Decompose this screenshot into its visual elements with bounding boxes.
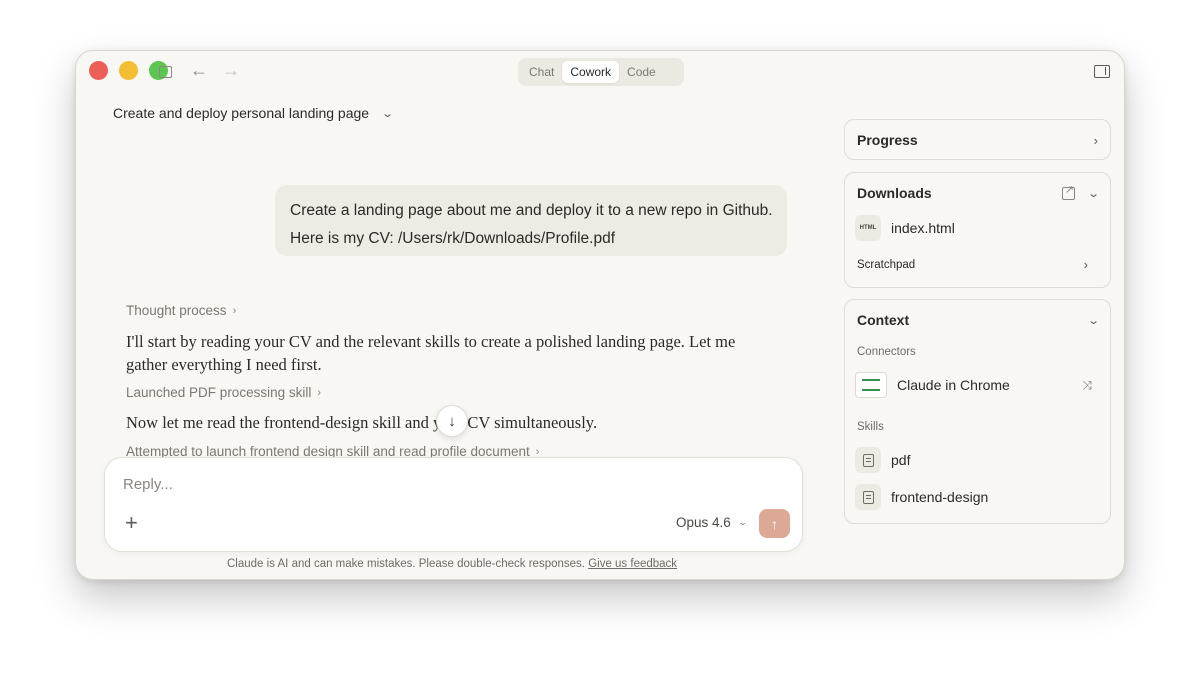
arrow-up-icon: ↑ xyxy=(771,515,778,532)
disclaimer-text: Claude is AI and can make mistakes. Plea… xyxy=(227,558,585,570)
sidebar-icon[interactable] xyxy=(159,66,172,78)
document-icon xyxy=(855,447,881,473)
skills-label: Skills xyxy=(857,421,884,433)
progress-card[interactable]: Progress › xyxy=(844,119,1111,160)
model-selector[interactable]: Opus 4.6 ⌄ xyxy=(676,515,748,530)
skill-item[interactable]: frontend-design xyxy=(855,484,1098,510)
forward-arrow-icon[interactable]: → xyxy=(222,60,240,81)
external-link-icon[interactable] xyxy=(1061,183,1075,200)
disclaimer: Claude is AI and can make mistakes. Plea… xyxy=(227,558,677,570)
user-message-line: Here is my CV: /Users/rk/Downloads/Profi… xyxy=(290,230,616,247)
assistant-message: Now let me read the frontend-design skil… xyxy=(126,411,597,434)
panel-toggle-icon[interactable] xyxy=(1094,65,1110,78)
tab-code[interactable]: Code xyxy=(619,61,664,83)
skill-name: pdf xyxy=(891,452,911,468)
chevron-down-icon: ⌄ xyxy=(737,517,748,527)
skill-name: frontend-design xyxy=(891,489,989,505)
scratchpad-label: Scratchpad xyxy=(857,258,916,271)
assistant-message-line: Now let me read the frontend-design skil… xyxy=(126,413,598,432)
plus-icon[interactable]: + xyxy=(125,510,138,536)
composer: + Opus 4.6 ⌄ ↑ xyxy=(104,457,803,552)
context-title: Context xyxy=(857,312,910,328)
thought-process-label: Thought process xyxy=(126,303,227,318)
downloads-header[interactable]: Downloads ⌄ xyxy=(857,173,1100,213)
tool-step-label: Launched PDF processing skill xyxy=(126,385,312,400)
chevron-right-icon: › xyxy=(1083,257,1088,272)
context-header[interactable]: Context ⌄ xyxy=(857,300,1100,340)
minimize-window-button[interactable] xyxy=(119,61,138,80)
task-title-dropdown[interactable]: Create and deploy personal landing page … xyxy=(113,105,395,121)
progress-header: Progress › xyxy=(857,120,1098,160)
document-icon xyxy=(855,484,881,510)
back-arrow-icon[interactable]: ← xyxy=(190,60,208,81)
app-window: ← → Chat Cowork Code Create and deploy p… xyxy=(75,50,1125,580)
user-message-line: Create a landing page about me and deplo… xyxy=(290,202,773,219)
title-bar: ← → Chat Cowork Code xyxy=(76,51,1124,95)
chevron-right-icon: › xyxy=(535,445,540,458)
user-message: Create a landing page about me and deplo… xyxy=(275,185,787,256)
send-button[interactable]: ↑ xyxy=(759,509,790,538)
html-file-icon: HTML xyxy=(855,215,881,241)
chevron-down-icon[interactable]: ⌄ xyxy=(1087,187,1100,200)
tab-chat[interactable]: Chat xyxy=(521,61,562,83)
file-name: index.html xyxy=(891,220,955,236)
reply-input[interactable] xyxy=(123,476,723,493)
chevron-right-icon: › xyxy=(317,386,322,399)
feedback-link[interactable]: Give us feedback xyxy=(588,558,677,570)
connector-item[interactable]: Claude in Chrome ⤨ xyxy=(855,372,1098,398)
scroll-to-bottom-button[interactable]: ↓ xyxy=(436,405,468,437)
chevron-down-icon: ⌄ xyxy=(381,107,395,120)
task-title: Create and deploy personal landing page xyxy=(113,105,370,121)
tab-cowork[interactable]: Cowork xyxy=(562,61,620,83)
chevron-right-icon: › xyxy=(1093,132,1098,148)
arrow-down-icon: ↓ xyxy=(448,412,456,430)
close-window-button[interactable] xyxy=(89,61,108,80)
assistant-message-line: I'll start by reading your CV and the re… xyxy=(126,332,736,351)
model-name: Opus 4.6 xyxy=(676,515,731,530)
assistant-message-line: gather everything I need first. xyxy=(126,355,322,374)
downloads-title: Downloads xyxy=(857,185,932,201)
skill-item[interactable]: pdf xyxy=(855,447,1098,473)
tool-step[interactable]: Launched PDF processing skill › xyxy=(126,385,321,400)
connectors-label: Connectors xyxy=(857,346,916,358)
context-card: Context ⌄ Connectors Claude in Chrome ⤨ … xyxy=(844,299,1111,524)
chevron-right-icon: › xyxy=(232,304,237,317)
mode-tabs: Chat Cowork Code xyxy=(518,58,684,86)
chrome-icon xyxy=(855,372,887,398)
download-file-item[interactable]: HTML index.html xyxy=(855,215,1098,241)
progress-title: Progress xyxy=(857,132,918,148)
shuffle-icon[interactable]: ⤨ xyxy=(1082,378,1092,393)
connector-name: Claude in Chrome xyxy=(897,377,1010,393)
chevron-down-icon: ⌄ xyxy=(1086,314,1100,327)
downloads-card: Downloads ⌄ HTML index.html Scratchpad › xyxy=(844,172,1111,288)
assistant-message: I'll start by reading your CV and the re… xyxy=(126,330,735,376)
thought-process-toggle[interactable]: Thought process › xyxy=(126,303,236,318)
scratchpad-item[interactable]: Scratchpad › xyxy=(857,257,1088,272)
